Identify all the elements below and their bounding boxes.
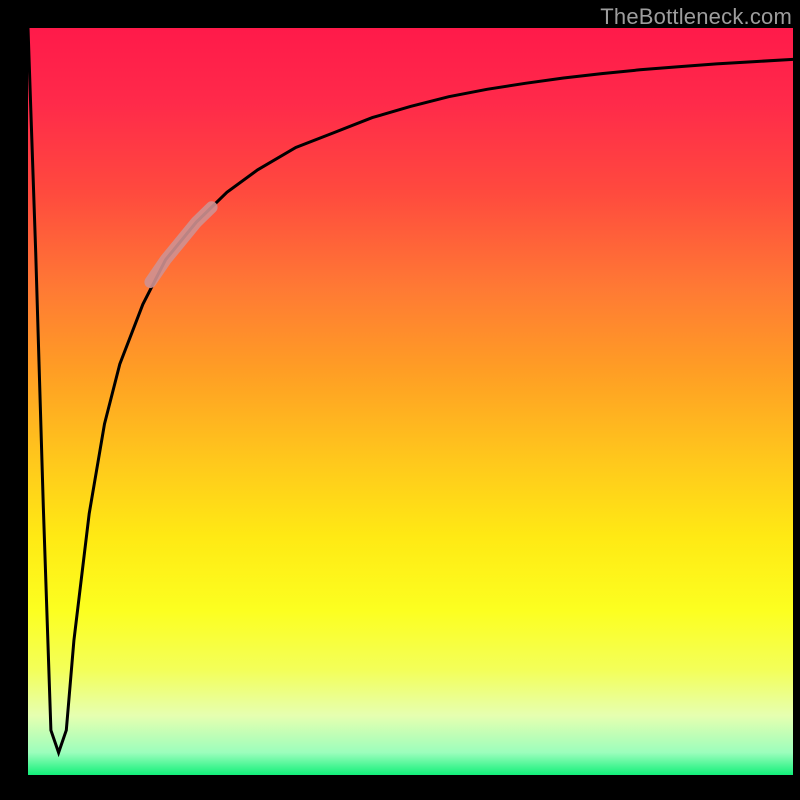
chart-frame: TheBottleneck.com [0, 0, 800, 800]
curve-layer [28, 28, 793, 775]
bottleneck-curve [28, 28, 793, 753]
plot-area [28, 28, 793, 775]
highlight-segment [150, 207, 211, 282]
watermark-text: TheBottleneck.com [600, 4, 792, 30]
